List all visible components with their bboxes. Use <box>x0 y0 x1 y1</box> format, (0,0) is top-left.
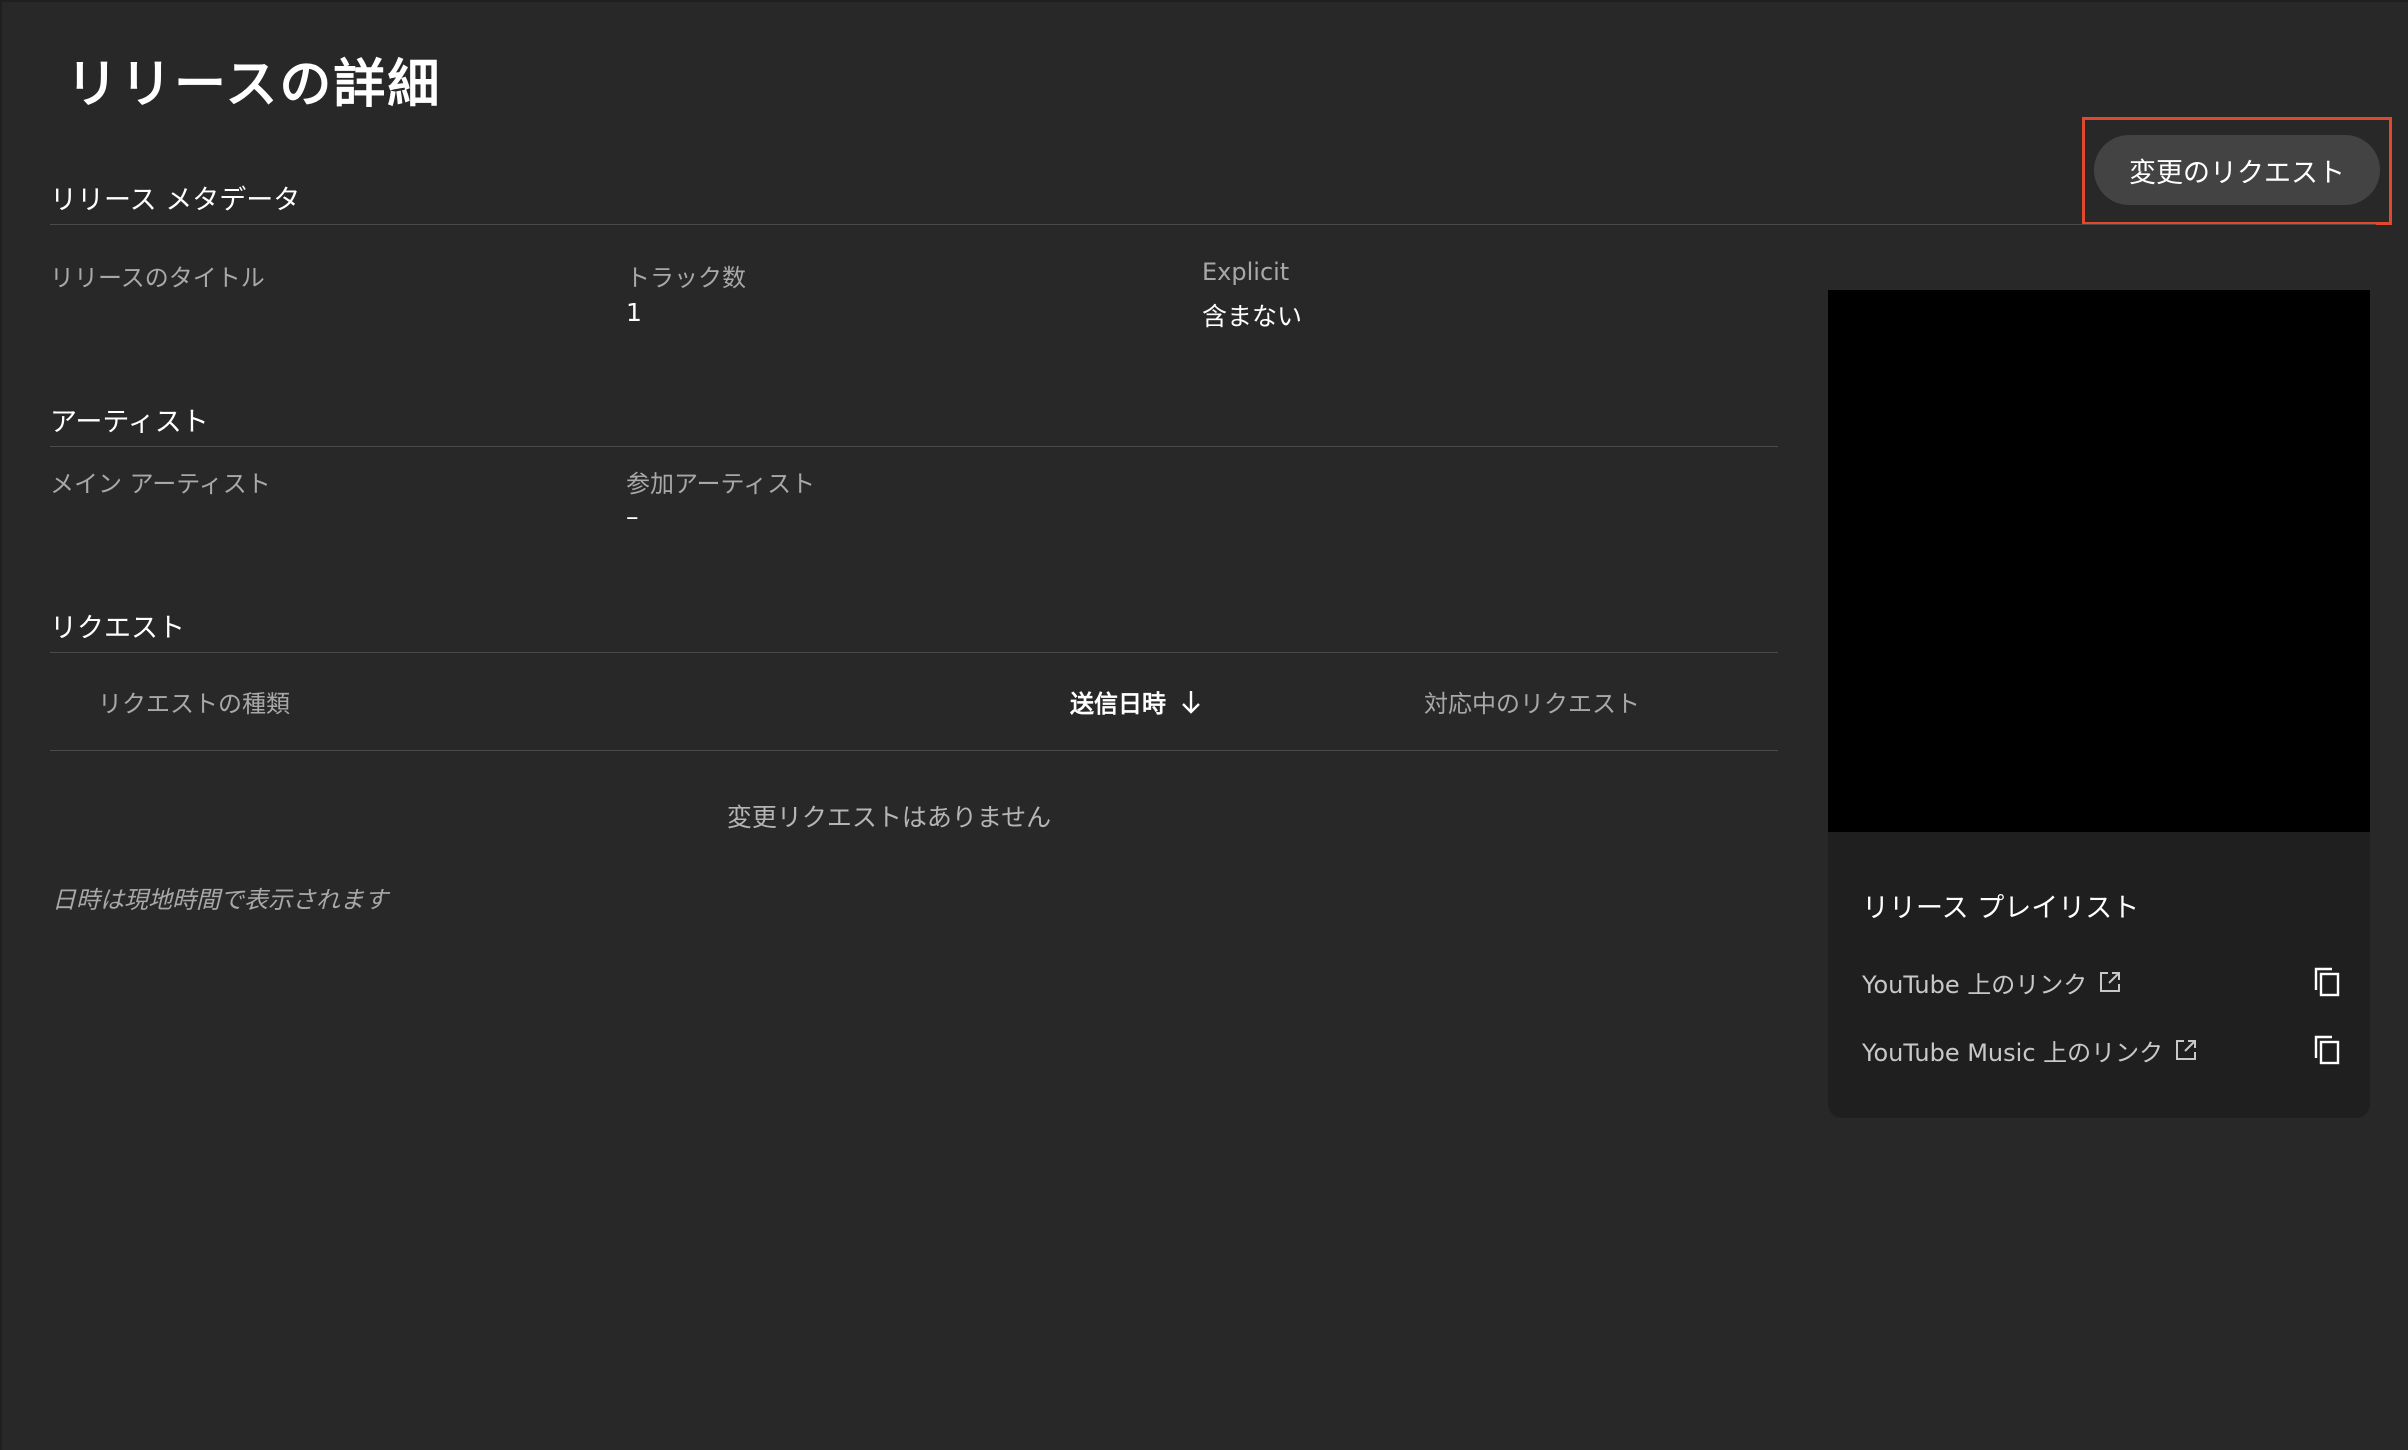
explicit-label: Explicit <box>1202 258 1290 286</box>
arrow-down-icon <box>1180 689 1202 721</box>
column-sent-date[interactable]: 送信日時 <box>1070 684 1202 721</box>
column-sent-date-label: 送信日時 <box>1070 690 1166 718</box>
release-title-label: リリースのタイトル <box>50 264 265 292</box>
empty-requests-message: 変更リクエストはありません <box>726 803 1052 832</box>
timezone-note: 日時は現地時間で表示されます <box>52 886 388 914</box>
playlist-title: リリース プレイリスト <box>1862 893 2140 924</box>
column-request-type: リクエストの種類 <box>98 690 290 718</box>
artist-section-title: アーティスト <box>50 407 209 438</box>
artist-divider <box>50 446 1778 447</box>
copy-icon[interactable] <box>2312 1034 2342 1066</box>
youtube-link[interactable]: YouTube 上のリンク <box>1862 965 2087 1000</box>
explicit-value: 含まない <box>1202 302 1303 331</box>
featured-artist-label: 参加アーティスト <box>626 470 816 498</box>
metadata-divider <box>50 224 2376 225</box>
page-title: リリースの詳細 <box>66 55 442 115</box>
copy-icon[interactable] <box>2312 966 2342 998</box>
column-active-requests: 対応中のリクエスト <box>1424 690 1640 718</box>
track-count-label: トラック数 <box>626 264 746 292</box>
release-artwork <box>1828 290 2370 832</box>
requests-divider <box>50 652 1778 653</box>
requests-section-title: リクエスト <box>50 613 185 644</box>
youtube-music-link[interactable]: YouTube Music 上のリンク <box>1862 1033 2163 1068</box>
external-link-icon[interactable] <box>2097 969 2123 995</box>
main-artist-label: メイン アーティスト <box>50 470 271 498</box>
metadata-section-title: リリース メタデータ <box>50 185 301 216</box>
external-link-icon[interactable] <box>2173 1037 2199 1063</box>
youtube-link-row: YouTube 上のリンク <box>1862 962 2342 1002</box>
track-count-value: 1 <box>626 298 642 327</box>
request-change-button[interactable]: 変更のリクエスト <box>2094 135 2380 205</box>
release-side-card: リリース プレイリスト YouTube 上のリンク YouTube Music … <box>1828 290 2370 1118</box>
table-header-divider <box>50 750 1778 751</box>
featured-artist-value: – <box>626 502 639 531</box>
youtube-music-link-row: YouTube Music 上のリンク <box>1862 1030 2342 1070</box>
